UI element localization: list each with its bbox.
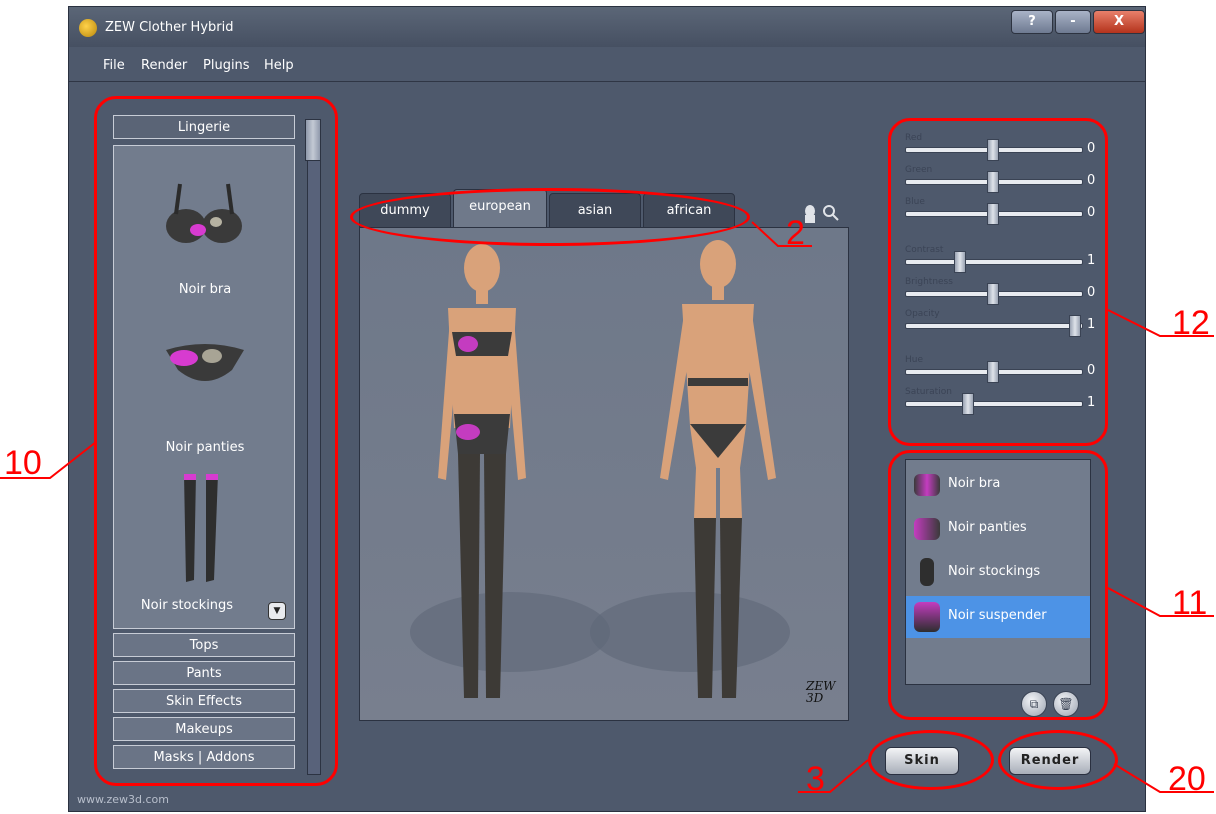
annotation-leaders [0,221,1214,793]
callout-12: 12 [1172,304,1210,342]
callout-11: 11 [1172,584,1208,622]
callout-3: 3 [806,760,825,798]
callout-10: 10 [4,444,42,482]
callout-20: 20 [1168,760,1206,798]
callout-2: 2 [786,214,805,252]
